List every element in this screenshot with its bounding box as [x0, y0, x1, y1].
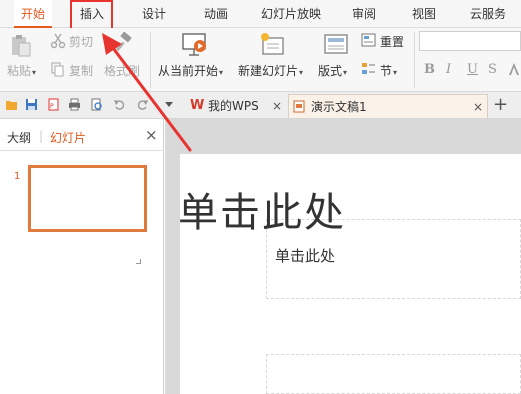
wps-logo-icon: W	[190, 98, 205, 113]
side-panel-header: 大纲 | 幻灯片 ×	[0, 119, 164, 151]
reset-icon	[361, 33, 376, 50]
subtitle-placeholder-frame	[266, 354, 521, 394]
font-color-icon[interactable]	[507, 62, 521, 81]
paste-icon[interactable]	[9, 34, 33, 61]
cut-button[interactable]: 剪切	[69, 33, 93, 50]
tab-presentation-label: 演示文稿1	[311, 100, 367, 114]
open-folder-icon[interactable]	[5, 98, 18, 111]
quick-access-toolbar: P W 我的WPS × 演示文稿1 × +	[0, 92, 521, 119]
tab-presentation-close-icon[interactable]: ×	[473, 95, 483, 119]
ribbon-divider	[150, 32, 151, 88]
slide-thumb-number: 1	[14, 171, 21, 182]
section-button[interactable]: 节▾	[380, 62, 397, 79]
tab-home[interactable]: 开始	[14, 0, 52, 28]
panel-resize-grip[interactable]	[136, 259, 141, 264]
new-slide-button[interactable]: 新建幻灯片▾	[238, 62, 303, 79]
underline-button[interactable]: U	[467, 62, 478, 77]
tab-review[interactable]: 审阅	[344, 0, 384, 28]
tab-outline[interactable]: 大纲	[7, 129, 31, 146]
strikethrough-button[interactable]: S	[488, 62, 497, 77]
tab-cloud[interactable]: 云服务	[462, 0, 514, 28]
layout-icon	[324, 34, 348, 59]
format-painter-button[interactable]: 格式刷	[104, 62, 140, 79]
section-label: 节	[380, 64, 393, 78]
reset-button[interactable]: 重置	[380, 33, 404, 50]
copy-icon	[51, 62, 65, 80]
save-icon[interactable]	[25, 98, 38, 111]
tab-design[interactable]: 设计	[134, 0, 174, 28]
svg-text:P: P	[50, 103, 54, 110]
scissors-icon	[50, 33, 66, 52]
toolbar-more-icon[interactable]	[165, 100, 173, 108]
tab-view[interactable]: 视图	[404, 0, 444, 28]
tab-animation[interactable]: 动画	[196, 0, 236, 28]
slideshow-play-icon	[181, 32, 209, 61]
tab-my-wps[interactable]: W 我的WPS ×	[186, 94, 286, 118]
slide-thumbnail[interactable]	[28, 165, 147, 232]
export-pdf-icon[interactable]: P	[47, 98, 60, 111]
layout-label: 版式	[318, 64, 343, 78]
redo-icon[interactable]	[136, 98, 149, 111]
ribbon-home: 粘贴▾ 剪切 复制 格式刷 从当前开始▾ 新建幻灯片▾ 版式▾ 重置 节▾ B …	[0, 28, 521, 92]
tab-slides[interactable]: 幻灯片	[50, 129, 86, 146]
tab-presentation[interactable]: 演示文稿1 ×	[288, 94, 488, 118]
side-tab-divider: |	[39, 129, 44, 143]
title-placeholder[interactable]: 单击此处	[178, 180, 346, 238]
insert-tab-highlight	[70, 0, 113, 30]
side-panel-close-icon[interactable]: ×	[145, 126, 158, 144]
start-from-current-button[interactable]: 从当前开始▾	[158, 62, 223, 79]
print-icon[interactable]	[68, 98, 81, 111]
tab-slideshow[interactable]: 幻灯片放映	[254, 0, 328, 28]
new-tab-button[interactable]: +	[493, 94, 508, 116]
format-painter-icon	[113, 31, 135, 57]
bold-button[interactable]: B	[424, 62, 435, 77]
copy-button[interactable]: 复制	[69, 62, 93, 79]
undo-icon[interactable]	[113, 98, 126, 111]
section-icon	[361, 62, 376, 79]
layout-button[interactable]: 版式▾	[318, 62, 347, 79]
slide-editor	[165, 119, 521, 394]
presentation-file-icon	[293, 100, 305, 113]
font-name-select[interactable]	[419, 31, 521, 51]
subtitle-placeholder[interactable]: 单击此处	[275, 245, 335, 266]
start-from-current-label: 从当前开始	[158, 64, 219, 78]
tab-my-wps-label: 我的WPS	[208, 99, 259, 113]
ribbon-divider	[414, 32, 415, 88]
new-slide-label: 新建幻灯片	[238, 64, 299, 78]
paste-label: 粘贴	[7, 64, 32, 78]
new-slide-icon	[259, 32, 287, 61]
italic-button[interactable]: I	[446, 62, 451, 77]
slide-navigation-panel: 大纲 | 幻灯片 × 1	[0, 119, 164, 394]
tab-my-wps-close-icon[interactable]: ×	[272, 94, 282, 118]
print-preview-icon[interactable]	[90, 98, 103, 111]
paste-button[interactable]: 粘贴▾	[7, 62, 36, 79]
